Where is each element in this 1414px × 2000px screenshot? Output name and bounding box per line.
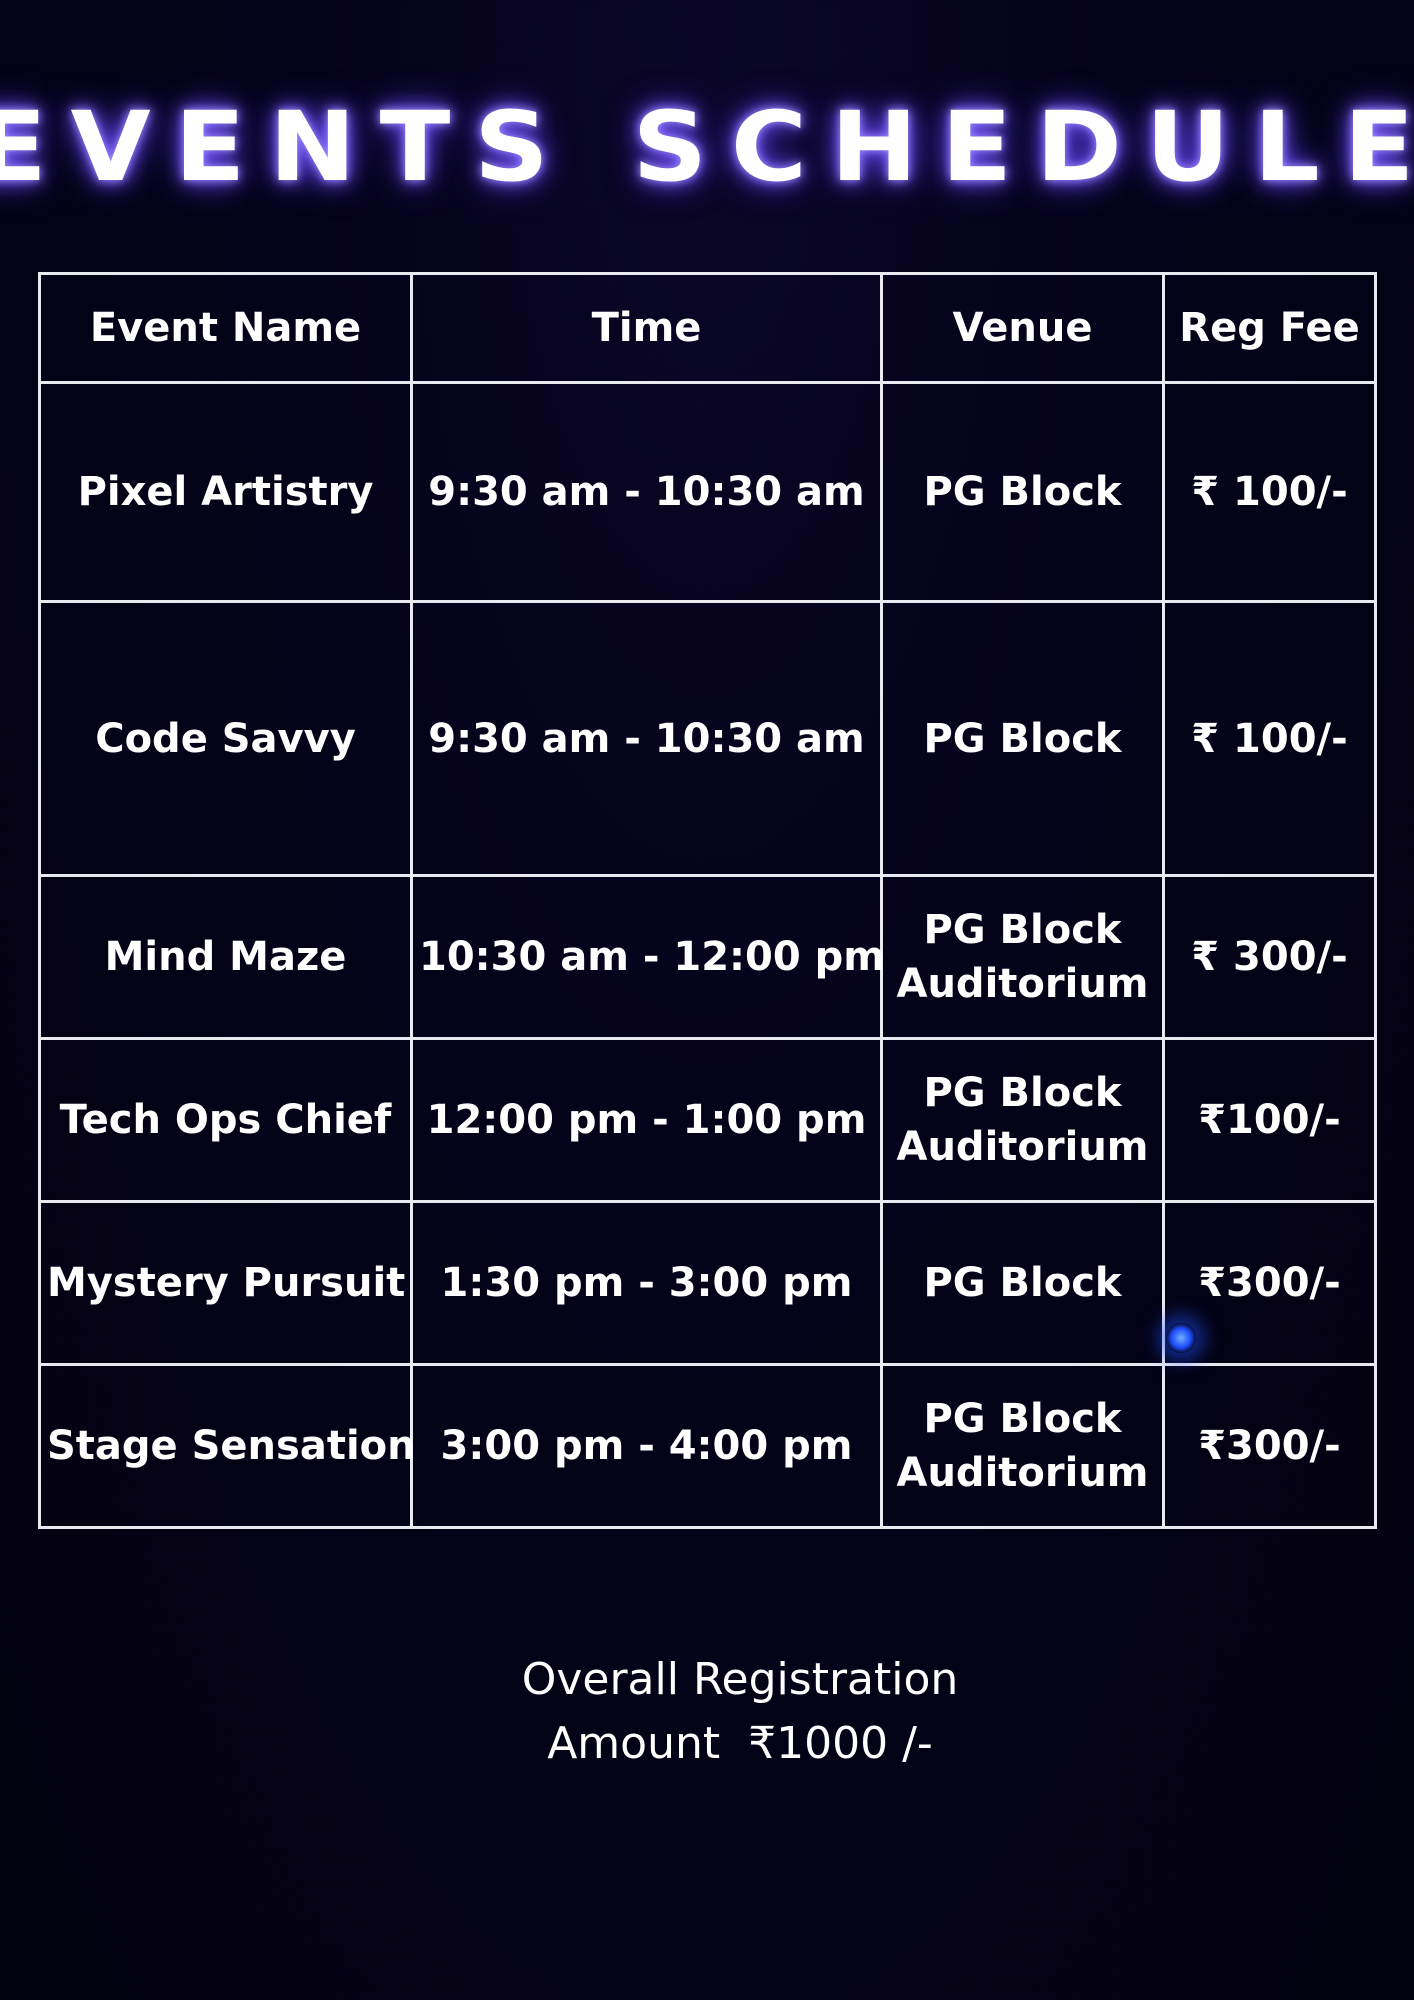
table-row: Mind Maze 10:30 am - 12:00 pm PG Block A… <box>38 874 1377 1040</box>
venue-line: PG Block <box>923 469 1122 515</box>
event-name-cell: Pixel Artistry <box>38 381 413 603</box>
header-time: Time <box>410 272 883 384</box>
overall-registration-note: Overall Registration Amount ₹1000 /- <box>0 1648 1414 1776</box>
event-name-cell: Mind Maze <box>38 874 413 1040</box>
fee-cell: ₹ 100/- <box>1162 600 1377 877</box>
fee-cell: ₹100/- <box>1162 1037 1377 1203</box>
amount-value: ₹1000 /- <box>748 1718 933 1769</box>
venue-cell: PG Block <box>880 1200 1165 1366</box>
fee-cell: ₹ 300/- <box>1162 874 1377 1040</box>
time-cell: 1:30 pm - 3:00 pm <box>410 1200 883 1366</box>
header-reg-fee: Reg Fee <box>1162 272 1377 384</box>
venue-line: PG Block <box>923 1070 1122 1116</box>
event-name-cell: Tech Ops Chief <box>38 1037 413 1203</box>
header-event-name: Event Name <box>38 272 413 384</box>
venue-cell: PG Block Auditorium <box>880 1037 1165 1203</box>
time-cell: 9:30 am - 10:30 am <box>410 381 883 603</box>
event-name-cell: Mystery Pursuit <box>38 1200 413 1366</box>
page-title: EVENTS SCHEDULE <box>0 91 1414 203</box>
venue-cell: PG Block Auditorium <box>880 1363 1165 1529</box>
venue-line: PG Block <box>923 1260 1122 1306</box>
venue-line: Auditorium <box>896 1124 1149 1170</box>
venue-line: Auditorium <box>896 1450 1149 1496</box>
venue-line: PG Block <box>923 907 1122 953</box>
time-cell: 9:30 am - 10:30 am <box>410 600 883 877</box>
venue-cell: PG Block <box>880 381 1165 603</box>
event-name-cell: Stage Sensation <box>38 1363 416 1529</box>
venue-cell: PG Block Auditorium <box>880 874 1165 1040</box>
table-row: Pixel Artistry 9:30 am - 10:30 am PG Blo… <box>38 381 1377 603</box>
amount-label: Amount <box>547 1718 721 1769</box>
glow-dot-decoration <box>1166 1323 1196 1353</box>
table-row: Tech Ops Chief 12:00 pm - 1:00 pm PG Blo… <box>38 1037 1377 1203</box>
table-row: Stage Sensation 3:00 pm - 4:00 pm PG Blo… <box>38 1363 1377 1529</box>
event-name-cell: Code Savvy <box>38 600 413 877</box>
overall-registration-amount-line: Amount ₹1000 /- <box>0 1712 1414 1776</box>
fee-cell: ₹ 100/- <box>1162 381 1377 603</box>
time-cell: 12:00 pm - 1:00 pm <box>410 1037 883 1203</box>
venue-line: PG Block <box>923 1396 1122 1442</box>
venue-line: Auditorium <box>896 961 1149 1007</box>
venue-cell: PG Block <box>880 600 1165 877</box>
table-header-row: Event Name Time Venue Reg Fee <box>38 272 1377 384</box>
fee-cell: ₹300/- <box>1162 1363 1377 1529</box>
venue-line: PG Block <box>923 715 1122 762</box>
time-cell: 10:30 am - 12:00 pm <box>410 874 885 1040</box>
header-venue: Venue <box>880 272 1165 384</box>
time-cell: 3:00 pm - 4:00 pm <box>410 1363 883 1529</box>
table-row: Code Savvy 9:30 am - 10:30 am PG Block ₹… <box>38 600 1377 877</box>
overall-registration-label: Overall Registration <box>521 1654 959 1705</box>
